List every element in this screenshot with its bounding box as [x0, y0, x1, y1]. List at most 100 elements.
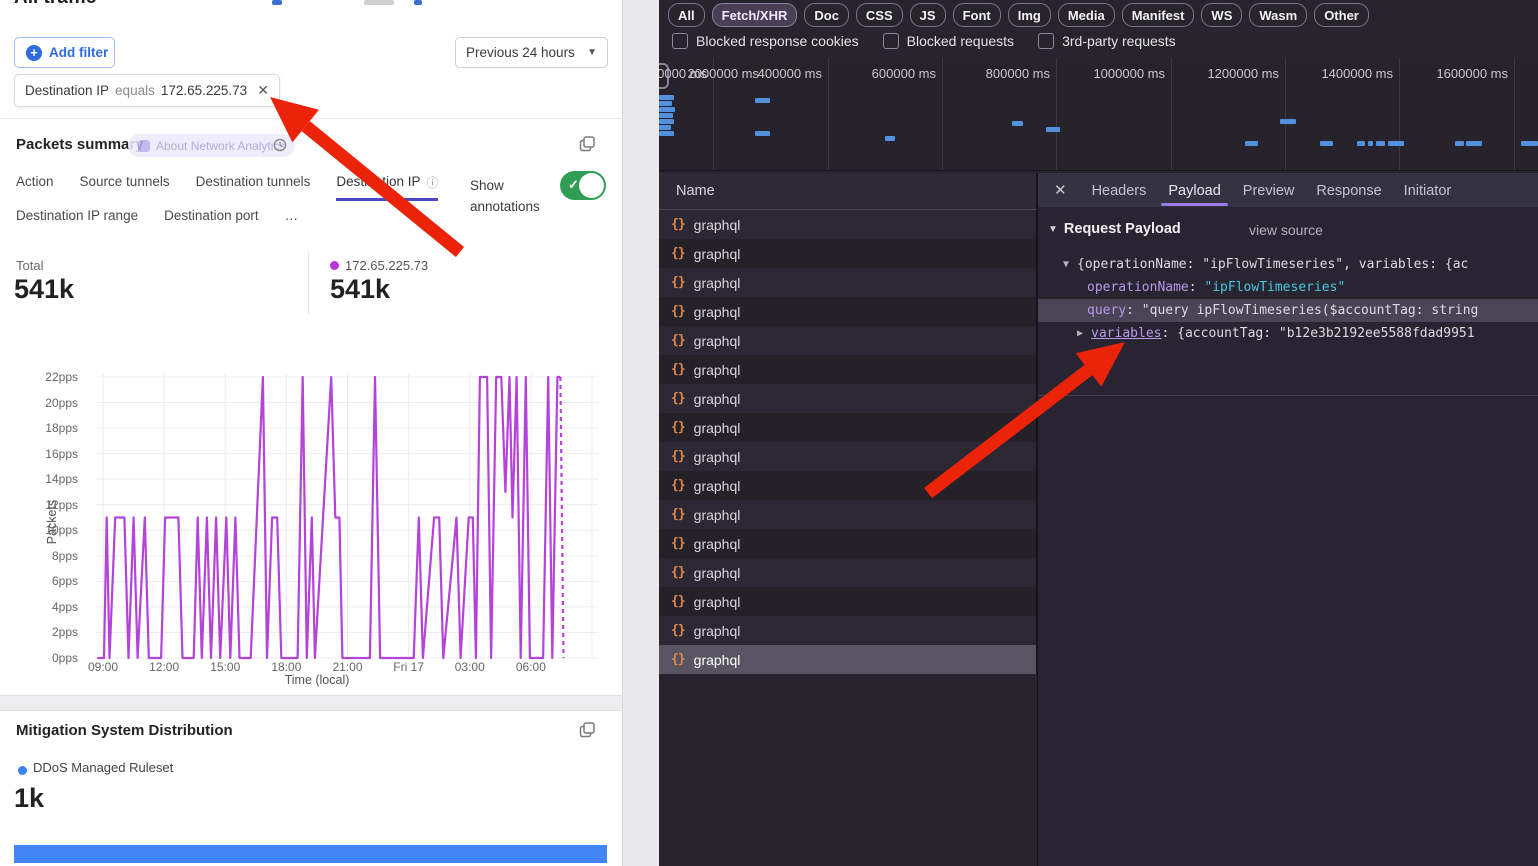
tab-label: Action: [16, 174, 54, 189]
filter-pill-img[interactable]: Img: [1008, 3, 1051, 27]
tab-source-tunnels[interactable]: Source tunnels: [80, 174, 170, 201]
network-option-checkboxes: Blocked response cookies Blocked requests…: [672, 33, 1176, 49]
network-request-row[interactable]: {}graphql: [659, 384, 1036, 413]
filter-pill-js[interactable]: JS: [910, 3, 946, 27]
request-waterfall-bar: [885, 136, 895, 141]
request-name: graphql: [694, 304, 741, 320]
tab-action[interactable]: Action: [16, 174, 54, 201]
network-request-row[interactable]: {}graphql: [659, 413, 1036, 442]
request-type-filters: All Fetch/XHRDoc CSS JS Font Img Media Manifest…: [668, 3, 1369, 27]
request-name: graphql: [694, 594, 741, 610]
filter-pill-ws[interactable]: WS: [1201, 3, 1242, 27]
network-timeline[interactable]: 200000 ms400000 ms600000 ms800000 ms1000…: [659, 58, 1538, 171]
payload-row-query[interactable]: query: "query ipFlowTimeseries($accountT…: [1087, 299, 1478, 322]
about-network-analytics-badge[interactable]: About Network Analytics: [128, 134, 295, 157]
checkbox-box[interactable]: [883, 33, 899, 49]
stat-ip-label: 172.65.225.73: [345, 258, 428, 273]
popout-icon[interactable]: [579, 136, 595, 152]
checkbox-3rd-party-requests[interactable]: 3rd-party requests: [1038, 33, 1176, 49]
view-source-link[interactable]: view source: [1249, 222, 1323, 238]
request-waterfall-bar: [659, 107, 675, 112]
network-request-row[interactable]: {}graphql: [659, 239, 1036, 268]
timeline-gridline: [942, 58, 943, 170]
close-icon[interactable]: ✕: [1054, 181, 1067, 199]
x-tick: 15:00: [190, 660, 260, 674]
tab-destination-ip[interactable]: Destination IPⓘ: [336, 174, 438, 201]
triangle-down-icon: ▼: [1048, 224, 1058, 235]
timeline-gridline: [828, 58, 829, 170]
request-name: graphql: [694, 536, 741, 552]
network-request-row[interactable]: {} graphql: [659, 471, 1036, 500]
checkbox-label: Blocked requests: [907, 33, 1014, 49]
network-request-row[interactable]: {}graphql: [659, 442, 1036, 471]
filter-pill-other[interactable]: Other: [1314, 3, 1369, 27]
network-request-row[interactable]: {}graphql: [659, 268, 1036, 297]
tab-destination-tunnels[interactable]: Destination tunnels: [196, 174, 311, 201]
payload-summary-line[interactable]: ▼{operationName: "ipFlowTimeseries", var…: [1063, 253, 1468, 276]
inspector-tab-preview[interactable]: Preview: [1232, 175, 1306, 206]
request-waterfall-bar: [1466, 141, 1482, 146]
tab-label: Destination tunnels: [196, 174, 311, 189]
y-tick: 8pps: [0, 549, 78, 563]
filter-pill-wasm[interactable]: Wasm: [1249, 3, 1307, 27]
inspector-tab-payload[interactable]: Payload: [1157, 175, 1231, 206]
network-request-row[interactable]: {}graphql: [659, 326, 1036, 355]
filter-pill-all[interactable]: All: [668, 3, 705, 27]
filter-pill-manifest[interactable]: Manifest: [1122, 3, 1195, 27]
y-tick: 6pps: [0, 574, 78, 588]
network-request-row[interactable]: {}graphql: [659, 558, 1036, 587]
popout-icon[interactable]: [579, 722, 595, 738]
timeline-gridline: [1171, 58, 1172, 170]
network-request-row[interactable]: {}graphql: [659, 297, 1036, 326]
filter-chip[interactable]: Destination IP equals 172.65.225.73 ✕: [14, 74, 280, 107]
request-waterfall-bar: [1280, 119, 1296, 124]
payload-row-variables[interactable]: ▶variables: {accountTag: "b12e3b2192ee55…: [1077, 322, 1475, 345]
time-range-value: Previous 24 hours: [466, 45, 575, 60]
stat-divider: [308, 252, 309, 314]
x-tick: 06:00: [496, 660, 566, 674]
checkbox-box[interactable]: [1038, 33, 1054, 49]
filter-pill-media[interactable]: Media: [1058, 3, 1115, 27]
tab-more[interactable]: …: [285, 208, 299, 230]
request-waterfall-bar: [659, 131, 674, 136]
timeline-tick-label: 600000 ms: [836, 66, 936, 81]
checkbox-blocked-response-cookies[interactable]: Blocked response cookies: [672, 33, 859, 49]
mitigation-legend: DDoS Managed Ruleset: [33, 760, 173, 775]
request-name: graphql: [694, 217, 741, 233]
network-request-row[interactable]: {}graphql: [659, 587, 1036, 616]
section-gap: [0, 695, 622, 711]
network-request-row[interactable]: {}graphql: [659, 355, 1036, 384]
network-request-row[interactable]: {}graphql: [659, 210, 1036, 239]
json-file-icon: {}: [671, 478, 685, 493]
filter-pill-fetch-xhr[interactable]: Fetch/XHR: [712, 3, 798, 27]
show-annotations-toggle[interactable]: ✓: [560, 171, 606, 200]
time-range-dropdown[interactable]: Previous 24 hours ▼: [455, 37, 608, 68]
filter-pill-doc[interactable]: Doc: [804, 3, 849, 27]
inspector-tab-headers[interactable]: Headers: [1081, 175, 1158, 206]
request-payload-row[interactable]: ▼ Request Payload: [1048, 221, 1181, 237]
request-name: graphql: [694, 478, 741, 494]
request-name: graphql: [694, 623, 741, 639]
request-payload-label: Request Payload: [1064, 221, 1181, 237]
filter-pill-font[interactable]: Font: [953, 3, 1001, 27]
analytics-panel: All traffic + Add filter Previous 24 hou…: [0, 0, 659, 866]
checkbox-blocked-requests[interactable]: Blocked requests: [883, 33, 1014, 49]
tab-label: Destination IP: [336, 174, 420, 189]
add-filter-button[interactable]: + Add filter: [14, 37, 115, 68]
payload-row-operationName[interactable]: operationName: "ipFlowTimeseries": [1087, 276, 1345, 299]
request-waterfall-bar: [1357, 141, 1365, 146]
inspector-tab-response[interactable]: Response: [1305, 175, 1392, 206]
network-request-row[interactable]: {}graphql: [659, 616, 1036, 645]
request-waterfall-bar: [1521, 141, 1538, 146]
tab-destination-port[interactable]: Destination port: [164, 208, 259, 230]
remove-filter-icon[interactable]: ✕: [257, 82, 269, 99]
show-annotations-label: Show annotations: [470, 175, 550, 217]
network-request-row[interactable]: {}graphql: [659, 500, 1036, 529]
tab-destination-ip-range[interactable]: Destination IP range: [16, 208, 138, 230]
x-tick: 03:00: [435, 660, 505, 674]
checkbox-box[interactable]: [672, 33, 688, 49]
filter-pill-css[interactable]: CSS: [856, 3, 903, 27]
network-request-row[interactable]: {}graphql: [659, 645, 1036, 674]
network-request-row[interactable]: {}graphql: [659, 529, 1036, 558]
inspector-tab-initiator[interactable]: Initiator: [1393, 175, 1463, 206]
